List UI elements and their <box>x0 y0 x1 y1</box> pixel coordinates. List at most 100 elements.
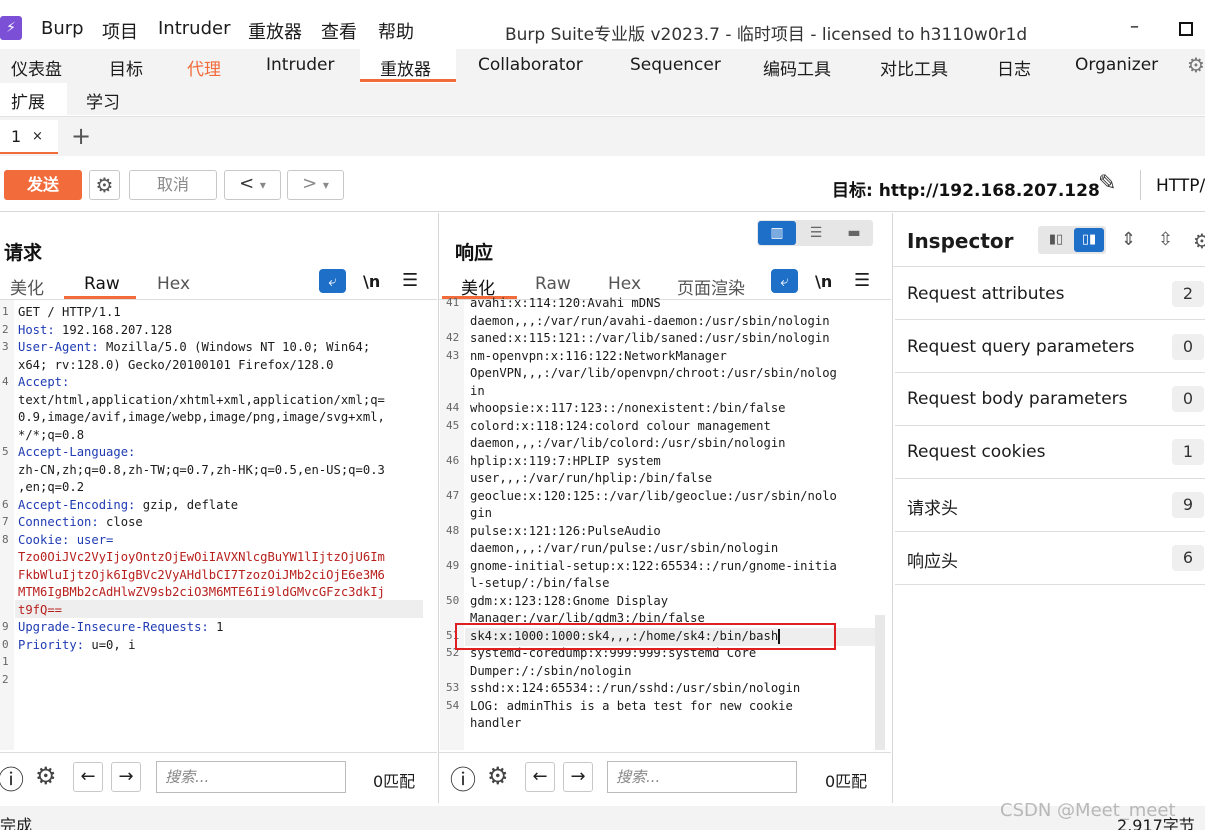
response-line[interactable]: 53 sshd:x:124:65534::/run/sshd:/usr/sbin/… <box>440 680 876 698</box>
search-settings-gear-icon[interactable]: ⚙ <box>487 762 509 790</box>
tab-sequencer[interactable]: Sequencer <box>630 55 721 75</box>
tab-comparer[interactable]: 对比工具 <box>880 55 948 80</box>
settings-gear-icon[interactable]: ⚙ <box>89 170 120 200</box>
request-line[interactable]: 1 <box>0 654 436 672</box>
response-scrollbar[interactable] <box>875 615 885 750</box>
request-line[interactable]: FkbWluIjtzOjk6IgBVc2VyAHdlbCI7TzozOiJMb2… <box>0 567 436 585</box>
next-match-icon[interactable]: → <box>111 762 141 792</box>
tab-intruder[interactable]: Intruder <box>266 55 334 75</box>
request-line[interactable]: text/html,application/xhtml+xml,applicat… <box>0 392 436 410</box>
view-single-icon[interactable]: ▬ <box>836 221 872 245</box>
request-line[interactable]: 7 Connection: close <box>0 514 436 532</box>
response-search-input[interactable]: 搜索... <box>607 761 797 793</box>
request-line[interactable]: 5 Accept-Language: <box>0 444 436 462</box>
back-dropdown-icon[interactable]: ▾ <box>260 178 266 192</box>
search-settings-gear-icon[interactable]: ⚙ <box>35 762 57 790</box>
close-tab-icon[interactable]: × <box>32 129 43 144</box>
response-line[interactable]: daemon,,,:/var/run/avahi-daemon:/usr/sbi… <box>440 313 876 331</box>
request-line[interactable]: 4 Accept: <box>0 374 436 392</box>
menu-project[interactable]: 项目 <box>102 18 138 44</box>
response-line[interactable]: OpenVPN,,,:/var/lib/openvpn/chroot:/usr/… <box>440 365 876 383</box>
response-line[interactable]: 48 pulse:x:121:126:PulseAudio <box>440 523 876 541</box>
show-newlines-toggle[interactable]: \n <box>815 272 832 291</box>
request-menu-icon[interactable]: ☰ <box>402 270 418 291</box>
tab-logger[interactable]: 日志 <box>997 55 1031 80</box>
request-editor[interactable]: 1 GET / HTTP/1.1 2 Host: 192.168.207.128 3 Us… <box>0 304 436 689</box>
request-line[interactable]: 2 <box>0 672 436 690</box>
response-line[interactable]: Dumper:/:/sbin/nologin <box>440 663 876 681</box>
request-tab-hex[interactable]: Hex <box>157 274 190 294</box>
request-line[interactable]: t9fQ== <box>0 602 436 620</box>
help-icon[interactable]: ⓘ <box>0 760 24 797</box>
inspector-dock-left-icon[interactable]: ▮▯ <box>1040 228 1072 252</box>
settings-gear-icon[interactable]: ⚙ <box>1187 53 1205 77</box>
tab-extensions[interactable]: 扩展 <box>11 88 45 113</box>
response-line[interactable]: daemon,,,:/var/run/pulse:/usr/sbin/nolog… <box>440 540 876 558</box>
response-line[interactable]: 54 LOG: adminThis is a beta test for new … <box>440 698 876 716</box>
previous-match-icon[interactable]: ← <box>525 762 555 792</box>
tab-collaborator[interactable]: Collaborator <box>478 55 583 75</box>
inspector-settings-gear-icon[interactable]: ⚙ <box>1193 229 1205 253</box>
inspector-dock-right-icon[interactable]: ▯▮ <box>1074 228 1104 252</box>
minimize-icon[interactable]: – <box>1130 16 1139 37</box>
request-line[interactable]: Tzo0OiJVc2VyIjoyOntzOjEwOiIAVXNlcgBuYW1l… <box>0 549 436 567</box>
request-line[interactable]: 1 GET / HTTP/1.1 <box>0 304 436 322</box>
request-line[interactable]: 0 Priority: u=0, i <box>0 637 436 655</box>
response-tab-raw[interactable]: Raw <box>535 274 571 294</box>
http-version-label[interactable]: HTTP/ <box>1156 176 1205 196</box>
menu-burp[interactable]: Burp <box>41 18 84 39</box>
tab-decoder[interactable]: 编码工具 <box>763 55 831 80</box>
response-line[interactable]: 42 saned:x:115:121::/var/lib/saned:/usr/s… <box>440 330 876 348</box>
collapse-all-icon[interactable]: ⇳ <box>1158 229 1173 250</box>
request-line[interactable]: MTM6IgBMb2cAdHlwZV9sb2ciO3M6MTE6Ii9ldGMv… <box>0 584 436 602</box>
request-tab-pretty[interactable]: 美化 <box>10 274 44 299</box>
cancel-button[interactable]: 取消 <box>129 170 217 200</box>
request-line[interactable]: x64; rv:128.0) Gecko/20100101 Firefox/12… <box>0 357 436 375</box>
send-button[interactable]: 发送 <box>4 170 82 200</box>
request-line[interactable]: 3 User-Agent: Mozilla/5.0 (Windows NT 10.… <box>0 339 436 357</box>
response-line[interactable]: 44 whoopsie:x:117:123::/nonexistent:/bin/… <box>440 400 876 418</box>
response-line[interactable]: 41 avahi:x:114:120:Avahi mDNS <box>440 295 876 313</box>
expand-all-icon[interactable]: ⇕ <box>1121 229 1136 250</box>
response-line[interactable]: 46 hplip:x:119:7:HPLIP system <box>440 453 876 471</box>
response-line[interactable]: handler <box>440 715 876 733</box>
response-line[interactable]: 45 colord:x:118:124:colord colour managem… <box>440 418 876 436</box>
response-line[interactable]: l-setup/:/bin/false <box>440 575 876 593</box>
menu-repeater[interactable]: 重放器 <box>248 18 302 44</box>
tab-dashboard[interactable]: 仪表盘 <box>11 55 62 80</box>
request-line[interactable]: 0.9,image/avif,image/webp,image/png,imag… <box>0 409 436 427</box>
request-line[interactable]: ,en;q=0.2 <box>0 479 436 497</box>
menu-help[interactable]: 帮助 <box>378 18 414 44</box>
add-tab-icon[interactable]: + <box>71 122 91 150</box>
help-icon[interactable]: ⓘ <box>450 760 476 797</box>
tab-organizer[interactable]: Organizer <box>1075 55 1158 75</box>
show-newlines-toggle[interactable]: \n <box>363 272 380 291</box>
repeater-tab-label[interactable]: 1 <box>11 127 21 146</box>
edit-target-pencil-icon[interactable]: ✎ <box>1098 171 1116 196</box>
response-menu-icon[interactable]: ☰ <box>854 270 870 291</box>
next-match-icon[interactable]: → <box>563 762 593 792</box>
tab-repeater[interactable]: 重放器 <box>380 55 431 80</box>
response-line[interactable]: 43 nm-openvpn:x:116:122:NetworkManager <box>440 348 876 366</box>
request-response-divider[interactable] <box>438 213 439 803</box>
response-line[interactable]: user,,,:/var/run/hplip:/bin/false <box>440 470 876 488</box>
tab-proxy[interactable]: 代理 <box>187 55 221 80</box>
menu-view[interactable]: 查看 <box>321 18 357 44</box>
forward-button[interactable]: > ▾ <box>287 170 344 200</box>
response-tab-hex[interactable]: Hex <box>608 274 641 294</box>
response-line[interactable]: 47 geoclue:x:120:125::/var/lib/geoclue:/u… <box>440 488 876 506</box>
request-search-input[interactable]: 搜索... <box>156 761 346 793</box>
tab-learn[interactable]: 学习 <box>86 88 120 113</box>
request-line[interactable]: 2 Host: 192.168.207.128 <box>0 322 436 340</box>
maximize-icon[interactable] <box>1179 22 1193 36</box>
back-button[interactable]: < ▾ <box>224 170 281 200</box>
request-line[interactable]: */*;q=0.8 <box>0 427 436 445</box>
response-line[interactable]: gin <box>440 505 876 523</box>
view-split-vertical-icon[interactable]: ☰ <box>798 221 834 245</box>
response-line[interactable]: daemon,,,:/var/lib/colord:/usr/sbin/nolo… <box>440 435 876 453</box>
response-line[interactable]: in <box>440 383 876 401</box>
wrap-lines-icon[interactable]: ⤶ <box>771 269 798 293</box>
repeater-tab-1[interactable] <box>0 120 58 154</box>
request-tab-raw[interactable]: Raw <box>84 274 120 294</box>
request-line[interactable]: 8 Cookie: user= <box>0 532 436 550</box>
